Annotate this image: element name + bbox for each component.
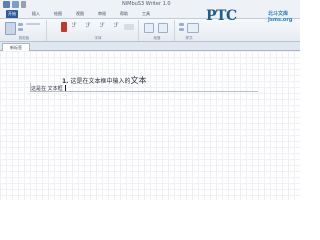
paragraph-group: 段落 [140,20,175,41]
font-size-icon[interactable]: ℱ [72,23,77,29]
list-icon[interactable] [158,23,168,33]
format-painter-icon[interactable] [26,23,40,25]
tab-tools[interactable]: 工具 [140,10,152,18]
document-heading[interactable]: 1. 这是在文本框中输入的文本 [62,75,146,86]
group-label-styles: 样式 [185,36,193,40]
ink-line [30,91,258,92]
tab-review[interactable]: 审阅 [96,10,108,18]
tab-insert[interactable]: 插入 [30,10,42,18]
tab-home[interactable]: 开始 [6,10,18,18]
watermark-brand: PTC [206,8,237,24]
ribbon-panel: 剪贴板 ℱ ℱ ℱ ℱ 字体 段落 样式 [0,19,300,42]
bold-icon[interactable]: ℱ [100,23,105,29]
clipboard-group: 剪贴板 [2,20,47,41]
app-icon[interactable] [3,1,10,8]
font-group: ℱ ℱ ℱ ℱ 字体 [58,20,139,41]
watermark-subtitle: 北斗文库 [268,11,289,17]
style-one-icon[interactable] [179,23,184,26]
window-title: NiMbuS3 Writer 1.0 [122,1,171,7]
page-tab-strip: 新标签 [0,42,300,51]
heading-number: 1. [62,78,69,85]
tab-help[interactable]: 帮助 [118,10,130,18]
italic-icon[interactable]: ℱ [114,23,119,29]
font-color-icon[interactable]: ℱ [86,23,91,29]
save-icon[interactable] [12,1,19,8]
page-tab[interactable]: 新标签 [2,43,30,51]
ribbon-tab-bar: 开始 插入 绘图 视图 审阅 帮助 工具 [0,10,300,19]
copy-icon[interactable] [18,28,23,31]
highlighter-icon[interactable] [61,22,67,32]
group-label-font: 字体 [94,36,102,40]
quick-access-toolbar [3,1,26,8]
watermark-url: Jsms.org [268,17,293,23]
styles-gallery-icon[interactable] [187,23,199,33]
tab-view[interactable]: 视图 [74,10,86,18]
document-canvas[interactable]: 1. 这是在文本框中输入的文本 这是在 文本框 [0,51,300,200]
align-icon[interactable] [144,23,154,33]
font-dropdown-icon[interactable] [124,24,134,30]
title-bar: NiMbuS3 Writer 1.0 [0,0,300,10]
tab-draw[interactable]: 绘图 [52,10,64,18]
paste-icon[interactable] [5,22,16,35]
undo-icon[interactable] [21,1,26,8]
group-label-clipboard: 剪贴板 [18,36,30,40]
cut-icon[interactable] [18,23,23,26]
heading-tail: 文本 [130,76,147,85]
group-label-paragraph: 段落 [153,36,161,40]
styles-group: 样式 [176,20,202,41]
style-two-icon[interactable] [179,28,184,31]
heading-text: 这是在文本框中输入的 [70,78,131,85]
